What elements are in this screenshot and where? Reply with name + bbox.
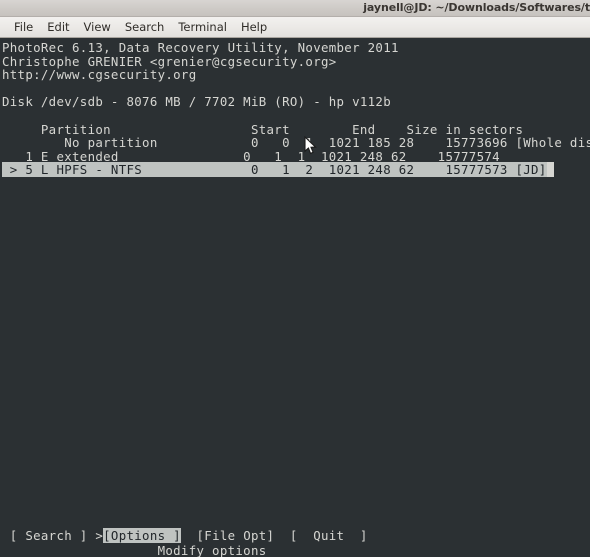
photorec-bottom-menu: [ Search ] >[Options ] [File Opt] [ Quit…	[0, 528, 590, 557]
terminal-cursor	[546, 162, 555, 178]
spacer-line-1	[0, 82, 590, 96]
window-titlebar: jaynell@JD: ~/Downloads/Softwares/t	[0, 0, 590, 17]
photorec-url-line: http://www.cgsecurity.org	[2, 67, 197, 83]
menu-item-search[interactable]: Search	[118, 19, 172, 36]
file-opt-and-quit-buttons[interactable]: [File Opt] [ Quit ]	[181, 528, 368, 543]
spacer-line-2	[0, 109, 590, 123]
table-row[interactable]: No partition 0 0 1 1021 185 28 15773696 …	[0, 136, 590, 150]
photorec-version-line: PhotoRec 6.13, Data Recovery Utility, No…	[2, 40, 399, 55]
bottom-menu-hint: Modify options	[2, 543, 267, 557]
disk-info-line: Disk /dev/sdb - 8076 MB / 7702 MiB (RO) …	[2, 94, 391, 110]
partition-table-header: Partition Start End Size in sectors	[2, 121, 524, 137]
window-title: jaynell@JD: ~/Downloads/Softwares/t	[363, 1, 590, 14]
selection-marker: >	[95, 528, 104, 543]
menu-item-help[interactable]: Help	[234, 19, 274, 36]
options-button[interactable]: [Options ]	[103, 528, 181, 543]
menu-item-edit[interactable]: Edit	[40, 19, 76, 36]
menu-item-terminal[interactable]: Terminal	[171, 19, 234, 36]
terminal-screen[interactable]: PhotoRec 6.13, Data Recovery Utility, No…	[0, 39, 590, 557]
menubar: File Edit View Search Terminal Help	[0, 17, 590, 38]
menu-item-file[interactable]: File	[7, 19, 40, 36]
bottom-menu-row: [ Search ] >[Options ] [File Opt] [ Quit…	[0, 528, 590, 543]
terminal-window: jaynell@JD: ~/Downloads/Softwares/t File…	[0, 0, 590, 557]
table-row[interactable]: 1 E extended 0 1 1 1021 248 62 15777574	[0, 149, 590, 164]
partition-row-text: > 5 L HPFS - NTFS 0 1 2 1021 248 62 1577…	[2, 162, 547, 178]
photorec-author-line: Christophe GRENIER <grenier@cgsecurity.o…	[2, 53, 337, 69]
menu-item-view[interactable]: View	[77, 19, 118, 36]
table-row-selected[interactable]: > 5 L HPFS - NTFS 0 1 2 1021 248 62 1577…	[0, 162, 590, 178]
search-button[interactable]: [ Search ]	[2, 528, 95, 543]
